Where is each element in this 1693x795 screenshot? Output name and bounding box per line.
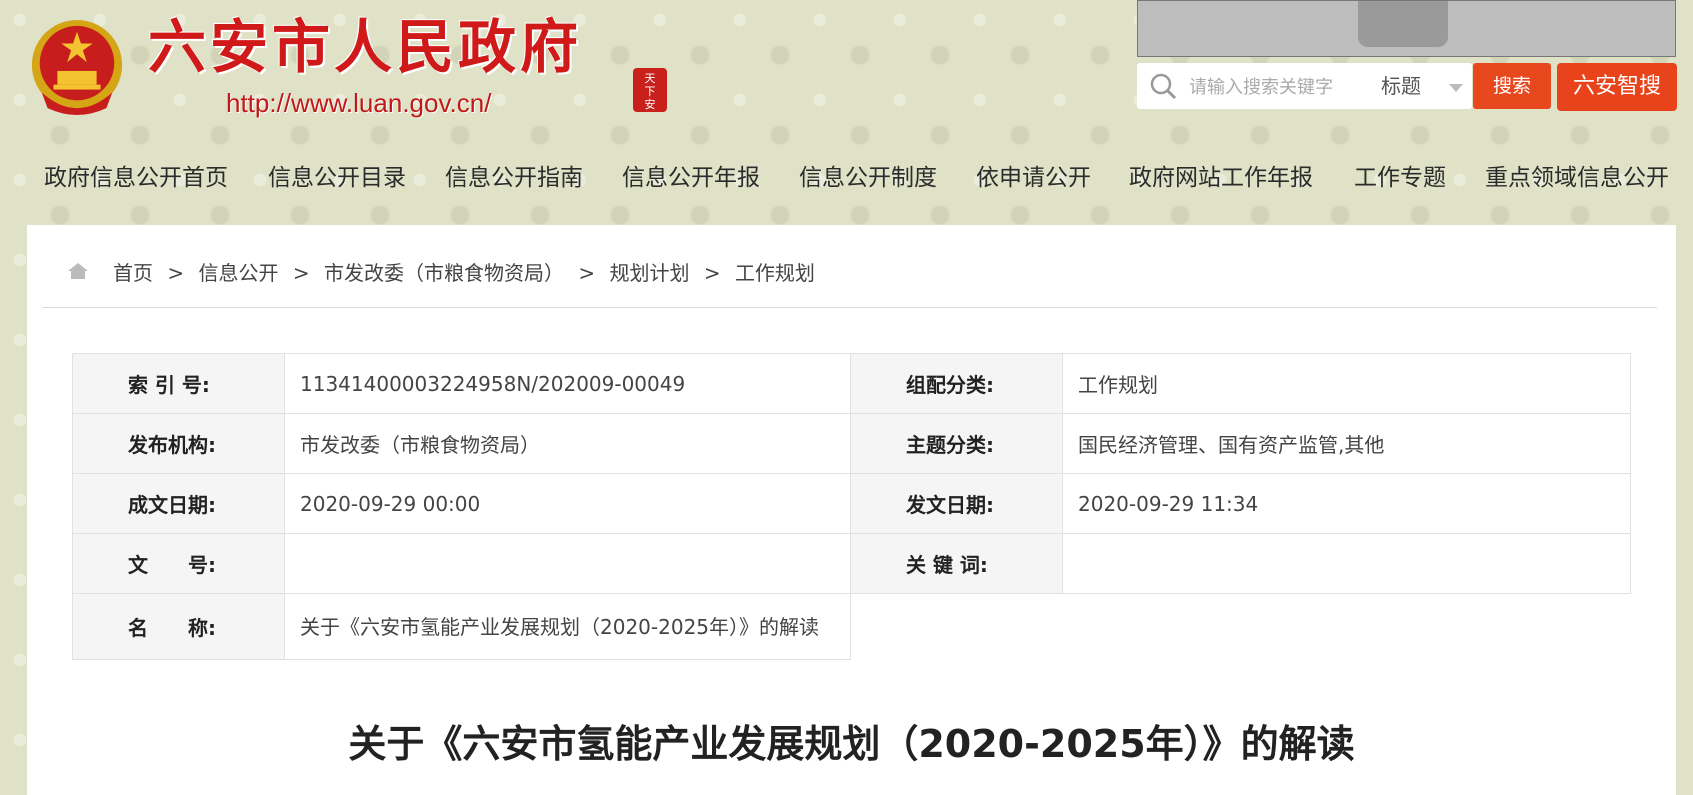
site-header: 六安市人民政府 http://www.luan.gov.cn/ 天下安 标题 搜… bbox=[0, 0, 1693, 225]
breadcrumb-divider bbox=[42, 307, 1657, 308]
search-scope-select[interactable]: 标题 bbox=[1381, 71, 1471, 101]
nav-item-topics[interactable]: 工作专题 bbox=[1354, 158, 1446, 192]
keywords-label: 关 键 词: bbox=[850, 533, 1063, 594]
site-title: 六安市人民政府 bbox=[148, 13, 583, 81]
index-label: 索 引 号: bbox=[72, 353, 285, 414]
banner-placeholder bbox=[1137, 0, 1676, 57]
breadcrumb-item-current[interactable]: 工作规划 bbox=[735, 261, 815, 285]
search-scope-label: 标题 bbox=[1381, 74, 1421, 98]
category-label: 组配分类: bbox=[850, 353, 1063, 414]
document-metadata-table: 索 引 号: 11341400003224958N/202009-00049 组… bbox=[72, 353, 1631, 660]
search-button[interactable]: 搜索 bbox=[1473, 63, 1551, 109]
nav-item-key-areas[interactable]: 重点领域信息公开 bbox=[1485, 158, 1669, 192]
publisher-value: 市发改委（市粮食物资局） bbox=[284, 413, 851, 474]
nav-item-guide[interactable]: 信息公开指南 bbox=[445, 158, 583, 192]
table-row: 名 称: 关于《六安市氢能产业发展规划（2020-2025年）》的解读 bbox=[72, 593, 1631, 660]
breadcrumb-separator: > bbox=[703, 261, 721, 285]
published-date-value: 2020-09-29 11:34 bbox=[1062, 473, 1631, 534]
breadcrumb-separator: > bbox=[167, 261, 185, 285]
table-row: 文 号: 关 键 词: bbox=[72, 533, 1631, 594]
national-emblem-icon bbox=[31, 19, 123, 116]
table-row: 成文日期: 2020-09-29 00:00 发文日期: 2020-09-29 … bbox=[72, 473, 1631, 534]
breadcrumb-item-home[interactable]: 首页 bbox=[113, 261, 153, 285]
topic-label: 主题分类: bbox=[850, 413, 1063, 474]
published-date-label: 发文日期: bbox=[850, 473, 1063, 534]
seal-stamp: 天下安 bbox=[633, 68, 667, 112]
document-number-value bbox=[284, 533, 851, 594]
nav-item-website-report[interactable]: 政府网站工作年报 bbox=[1129, 158, 1313, 192]
nav-item-application[interactable]: 依申请公开 bbox=[976, 158, 1091, 192]
keywords-value bbox=[1062, 533, 1631, 594]
empty-cell bbox=[850, 593, 1631, 660]
publisher-label: 发布机构: bbox=[72, 413, 285, 474]
breadcrumb-separator: > bbox=[292, 261, 310, 285]
article-title: 关于《六安市氢能产业发展规划（2020-2025年）》的解读 bbox=[348, 722, 1355, 766]
search-bar: 标题 bbox=[1137, 63, 1472, 109]
home-icon bbox=[68, 263, 88, 279]
nav-item-system[interactable]: 信息公开制度 bbox=[799, 158, 937, 192]
table-row: 索 引 号: 11341400003224958N/202009-00049 组… bbox=[72, 353, 1631, 414]
breadcrumb-item-info[interactable]: 信息公开 bbox=[198, 261, 278, 285]
index-value: 11341400003224958N/202009-00049 bbox=[284, 353, 851, 414]
seal-character: 安 bbox=[644, 98, 656, 111]
name-value: 关于《六安市氢能产业发展规划（2020-2025年）》的解读 bbox=[284, 593, 851, 660]
main-nav: 政府信息公开首页 信息公开目录 信息公开指南 信息公开年报 信息公开制度 依申请… bbox=[0, 150, 1693, 200]
document-number-label: 文 号: bbox=[72, 533, 285, 594]
breadcrumb: 首页 > 信息公开 > 市发改委（市粮食物资局） > 规划计划 > 工作规划 bbox=[113, 257, 823, 286]
content-panel: 首页 > 信息公开 > 市发改委（市粮食物资局） > 规划计划 > 工作规划 索… bbox=[27, 225, 1676, 795]
seal-character: 天 bbox=[644, 72, 656, 85]
category-value: 工作规划 bbox=[1062, 353, 1631, 414]
seal-character: 下 bbox=[644, 85, 656, 98]
nav-item-home[interactable]: 政府信息公开首页 bbox=[44, 158, 228, 192]
name-label: 名 称: bbox=[72, 593, 285, 660]
nav-item-catalog[interactable]: 信息公开目录 bbox=[268, 158, 406, 192]
chevron-down-icon bbox=[1449, 84, 1463, 92]
breadcrumb-separator: > bbox=[578, 261, 596, 285]
nav-item-annual-report[interactable]: 信息公开年报 bbox=[622, 158, 760, 192]
breadcrumb-item-department[interactable]: 市发改委（市粮食物资局） bbox=[324, 261, 564, 285]
smart-search-button[interactable]: 六安智搜 bbox=[1557, 63, 1677, 111]
search-icon bbox=[1150, 73, 1177, 100]
site-url[interactable]: http://www.luan.gov.cn/ bbox=[226, 88, 491, 119]
puzzle-icon bbox=[1358, 1, 1448, 47]
topic-value: 国民经济管理、国有资产监管,其他 bbox=[1062, 413, 1631, 474]
created-date-label: 成文日期: bbox=[72, 473, 285, 534]
search-input[interactable] bbox=[1187, 72, 1381, 102]
table-row: 发布机构: 市发改委（市粮食物资局） 主题分类: 国民经济管理、国有资产监管,其… bbox=[72, 413, 1631, 474]
created-date-value: 2020-09-29 00:00 bbox=[284, 473, 851, 534]
breadcrumb-item-plans[interactable]: 规划计划 bbox=[609, 261, 689, 285]
